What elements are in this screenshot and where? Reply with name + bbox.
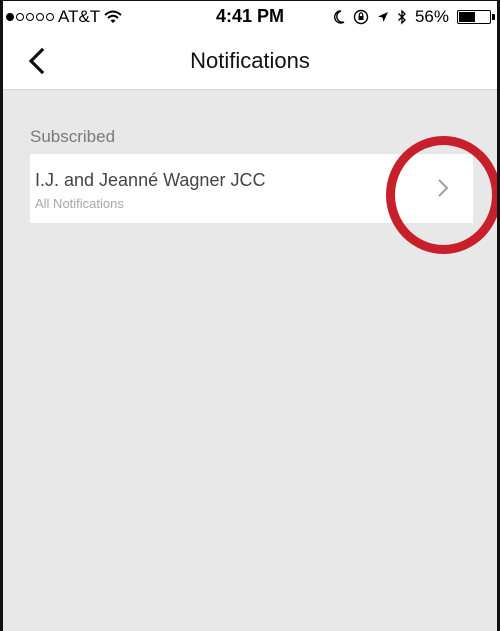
battery-icon: [457, 10, 495, 24]
moon-icon: [333, 10, 345, 24]
subscription-title: I.J. and Jeanné Wagner JCC: [35, 170, 266, 190]
chevron-right-icon[interactable]: [437, 178, 449, 198]
bluetooth-icon: [398, 9, 406, 25]
navigation-bar: Notifications: [3, 35, 497, 90]
status-right: 56%: [333, 7, 495, 27]
status-bar: AT&T 4:41 PM 56%: [3, 1, 497, 35]
page-title: Notifications: [190, 48, 310, 73]
phone-screen: AT&T 4:41 PM 56% Notifications Subscribe…: [0, 0, 500, 631]
rotation-lock-icon: [353, 9, 369, 25]
notifications-content: Subscribed I.J. and Jeanné Wagner JCC Al…: [3, 90, 497, 631]
battery-level-fill: [459, 12, 475, 22]
location-arrow-icon: [377, 12, 388, 22]
subscription-row[interactable]: I.J. and Jeanné Wagner JCC All Notificat…: [30, 154, 473, 223]
battery-percent: 56%: [414, 7, 449, 26]
subscription-subtitle: All Notifications: [35, 196, 124, 211]
section-header-subscribed: Subscribed: [30, 127, 116, 146]
